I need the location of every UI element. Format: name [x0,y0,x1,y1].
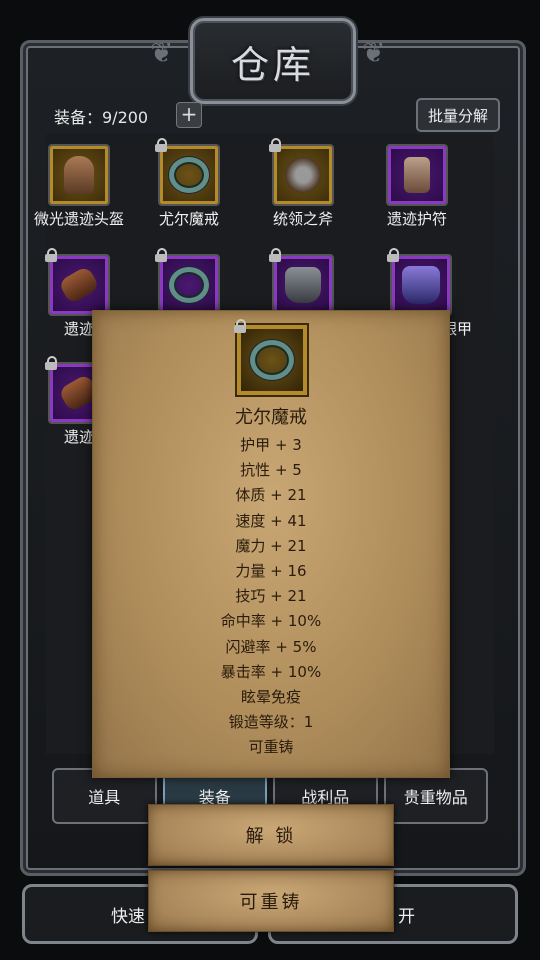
item-slot[interactable] [155,138,220,206]
lock-icon [154,138,168,152]
item-label: 遗迹护符 [386,210,447,228]
expand-capacity-button[interactable]: + [176,102,202,128]
stat-line: 暴击率 + 10% [220,662,322,681]
item-stats-list: 护甲 + 3 抗性 + 5 体质 + 21 速度 + 41 魔力 + 21 力量… [93,433,449,760]
lock-icon [233,319,247,333]
batch-dismantle-button[interactable]: 批量分解 [416,98,500,132]
stat-line: 锻造等级：1 [228,713,314,732]
inventory-item[interactable] [134,248,244,318]
inventory-item[interactable]: 尤尔魔戒 [134,138,244,229]
page-title: 仓库 [230,42,315,87]
ornament-right-icon: ❦ [362,36,386,69]
item-detail-popup: 尤尔魔戒 护甲 + 3 抗性 + 5 体质 + 21 速度 + 41 魔力 + … [92,310,450,778]
stat-line: 力量 + 16 [235,561,307,580]
chest-armor-icon [285,267,321,303]
amulet-icon [404,157,430,193]
inventory-toolbar: 装备：9/200 + 批量分解 [40,98,500,134]
stat-line: 闪避率 + 5% [225,637,317,656]
mithril-armor-icon [402,266,440,304]
item-slot[interactable] [48,144,110,206]
bracer-icon [57,265,101,305]
stat-line: 眩晕免疫 [240,687,301,706]
item-slot[interactable] [155,248,220,316]
lock-icon [268,248,282,262]
stat-line: 护甲 + 3 [240,436,302,454]
stat-line: 体质 + 21 [235,486,307,505]
popup-item-slot [234,319,309,397]
ornament-left-icon: ❦ [150,36,174,69]
stat-line: 抗性 + 5 [240,461,302,480]
inventory-item[interactable]: 统领之斧 [248,138,358,229]
lock-icon [268,138,282,152]
item-label: 微光遗迹头盔 [33,210,124,228]
reforge-button[interactable]: 可重铸 [148,870,394,932]
ring-icon [250,340,294,380]
popup-item-name: 尤尔魔戒 [235,407,307,428]
lock-icon [154,248,168,262]
lock-icon [44,356,58,370]
item-slot[interactable] [45,248,110,316]
inventory-item[interactable] [248,248,358,318]
ring-icon [169,157,209,193]
stat-line: 魔力 + 21 [235,536,307,555]
ring-icon [169,267,209,303]
axe-icon [285,157,321,193]
unlock-button[interactable]: 解 锁 [148,804,394,866]
item-slot[interactable] [269,138,334,206]
stat-line: 可重铸 [248,738,294,757]
title-plate: 仓库 [190,18,356,104]
inventory-item[interactable]: 微光遗迹头盔 [24,144,134,229]
lock-icon [44,248,58,262]
stat-line: 技巧 + 21 [235,587,307,606]
item-slot[interactable] [269,248,334,316]
item-slot[interactable] [386,144,448,206]
inventory-item[interactable]: 遗迹护符 [362,144,472,229]
equipment-count: 装备：9/200 [54,108,149,127]
lock-icon [386,248,400,262]
item-label: 尤尔魔戒 [158,210,219,228]
item-label: 统领之斧 [272,210,333,228]
stat-line: 命中率 + 10% [220,612,322,631]
stat-line: 速度 + 41 [235,511,307,530]
item-slot[interactable] [387,248,452,316]
helmet-icon [64,156,94,194]
